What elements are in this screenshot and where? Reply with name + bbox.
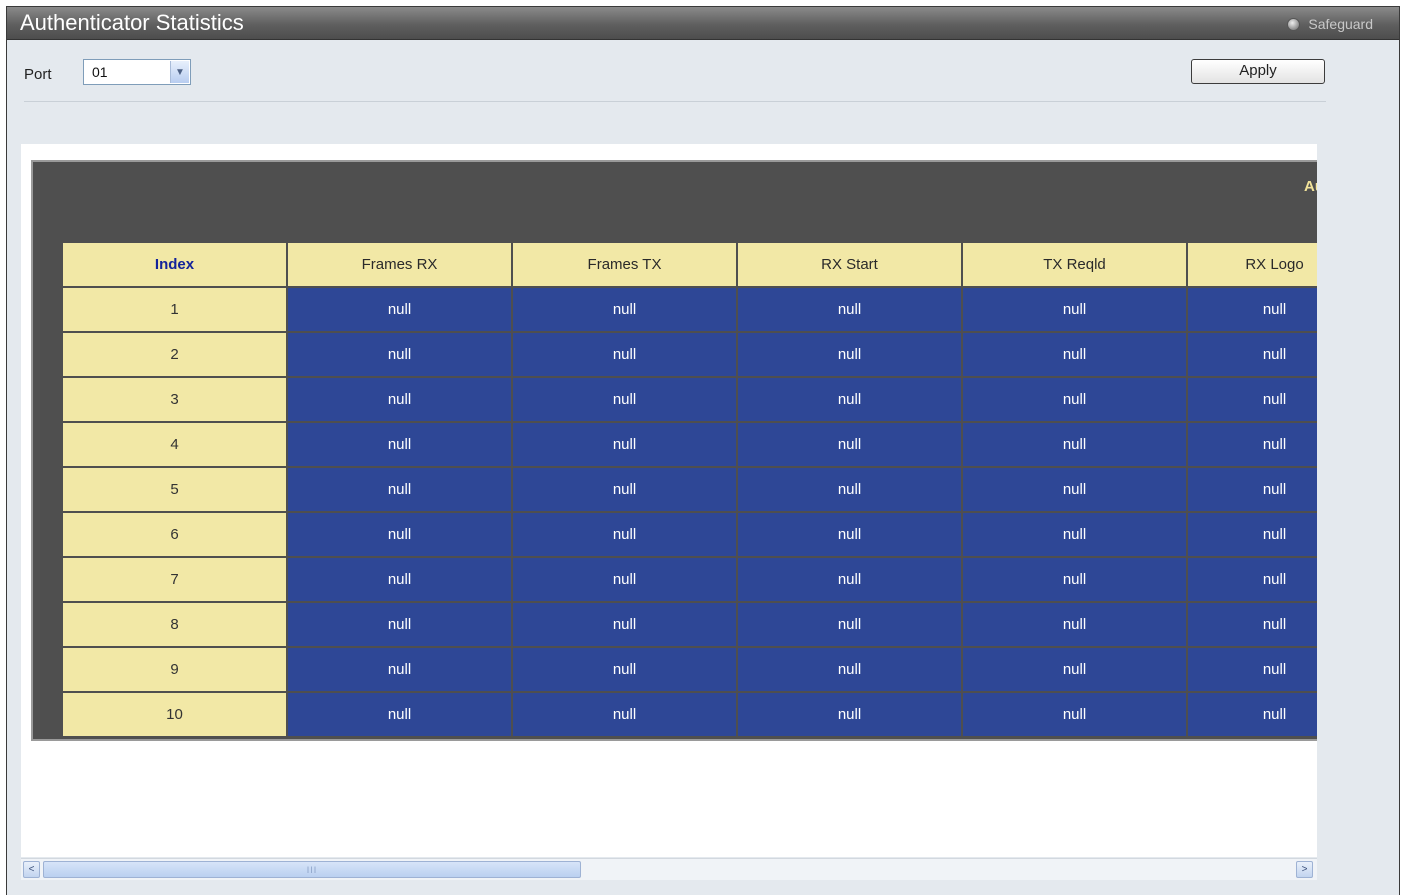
column-header-rx-logoff: RX Logo (1186, 241, 1317, 288)
column-header-frames-rx: Frames RX (286, 241, 513, 288)
table-value-cell: null (1186, 691, 1317, 738)
column-header-frames-tx: Frames TX (511, 241, 738, 288)
table-row: 8 null null null null null (61, 601, 1317, 648)
table-value-cell: null (961, 376, 1188, 423)
table-value-cell: null (1186, 511, 1317, 558)
column-header-tx-reqid: TX Reqld (961, 241, 1188, 288)
table-row: 2 null null null null null (61, 331, 1317, 378)
table-row: 6 null null null null null (61, 511, 1317, 558)
table-value-cell: null (286, 331, 513, 378)
table-value-cell: null (736, 331, 963, 378)
table-value-cell: null (961, 286, 1188, 333)
table-caption: Au (1304, 178, 1317, 195)
table-value-cell: null (736, 286, 963, 333)
page-title: Authenticator Statistics (20, 10, 244, 35)
row-index-cell: 7 (61, 556, 288, 603)
table-value-cell: null (1186, 331, 1317, 378)
safeguard-indicator-icon (1287, 17, 1301, 31)
table-value-cell: null (1186, 376, 1317, 423)
table-value-cell: null (511, 286, 738, 333)
table-row: 9 null null null null null (61, 646, 1317, 693)
scroll-right-icon[interactable]: > (1296, 861, 1313, 878)
table-row: 1 null null null null null (61, 286, 1317, 333)
row-index-cell: 10 (61, 691, 288, 738)
table-value-cell: null (511, 601, 738, 648)
title-bar: Authenticator Statistics Safeguard (7, 7, 1399, 40)
scrollbar-thumb[interactable]: III (43, 861, 581, 878)
apply-button[interactable]: Apply (1191, 59, 1325, 84)
table-value-cell: null (961, 511, 1188, 558)
authenticator-statistics-window: Authenticator Statistics Safeguard Port … (6, 6, 1400, 895)
separator (24, 101, 1326, 102)
table-row: 7 null null null null null (61, 556, 1317, 603)
table-value-cell: null (961, 421, 1188, 468)
table-value-cell: null (511, 511, 738, 558)
row-index-cell: 2 (61, 331, 288, 378)
table-value-cell: null (286, 511, 513, 558)
row-index-cell: 9 (61, 646, 288, 693)
table-value-cell: null (961, 601, 1188, 648)
table-value-cell: null (286, 601, 513, 648)
port-select-value: 01 (92, 64, 108, 80)
row-index-cell: 8 (61, 601, 288, 648)
table-value-cell: null (736, 421, 963, 468)
table-row: 4 null null null null null (61, 421, 1317, 468)
table-value-cell: null (511, 556, 738, 603)
table-value-cell: null (961, 556, 1188, 603)
row-index-cell: 6 (61, 511, 288, 558)
table-value-cell: null (511, 331, 738, 378)
statistics-panel: Au Index Frames RX Frames TX RX Start TX… (21, 144, 1317, 857)
chevron-down-icon[interactable]: ▼ (170, 61, 189, 83)
table-value-cell: null (286, 691, 513, 738)
table-value-cell: null (1186, 556, 1317, 603)
table-value-cell: null (736, 601, 963, 648)
table-value-cell: null (511, 691, 738, 738)
table-value-cell: null (286, 556, 513, 603)
table-row: 10 null null null null null (61, 691, 1317, 738)
table-value-cell: null (286, 376, 513, 423)
port-label: Port (24, 66, 52, 83)
table-value-cell: null (1186, 646, 1317, 693)
safeguard-indicator: Safeguard (1287, 16, 1373, 32)
table-value-cell: null (286, 421, 513, 468)
row-index-cell: 3 (61, 376, 288, 423)
scroll-left-icon[interactable]: < (23, 861, 40, 878)
table-value-cell: null (961, 646, 1188, 693)
table-value-cell: null (736, 511, 963, 558)
table-value-cell: null (1186, 286, 1317, 333)
table-value-cell: null (961, 466, 1188, 513)
table-value-cell: null (1186, 421, 1317, 468)
table-header-row: Index Frames RX Frames TX RX Start TX Re… (61, 241, 1317, 288)
table-value-cell: null (961, 331, 1188, 378)
table-value-cell: null (511, 376, 738, 423)
table-row: 5 null null null null null (61, 466, 1317, 513)
horizontal-scrollbar[interactable]: < III > (21, 858, 1317, 880)
table-value-cell: null (1186, 601, 1317, 648)
table-value-cell: null (736, 646, 963, 693)
column-header-index: Index (61, 241, 288, 288)
table-value-cell: null (286, 286, 513, 333)
table-value-cell: null (511, 466, 738, 513)
table-value-cell: null (736, 691, 963, 738)
table-value-cell: null (961, 691, 1188, 738)
table-value-cell: null (511, 421, 738, 468)
table-value-cell: null (286, 646, 513, 693)
table-value-cell: null (511, 646, 738, 693)
table-value-cell: null (286, 466, 513, 513)
table-value-cell: null (736, 376, 963, 423)
row-index-cell: 5 (61, 466, 288, 513)
row-index-cell: 4 (61, 421, 288, 468)
statistics-table: Index Frames RX Frames TX RX Start TX Re… (61, 241, 1317, 738)
table-value-cell: null (736, 466, 963, 513)
table-value-cell: null (736, 556, 963, 603)
statistics-table-frame: Au Index Frames RX Frames TX RX Start TX… (31, 160, 1317, 741)
column-header-rx-start: RX Start (736, 241, 963, 288)
row-index-cell: 1 (61, 286, 288, 333)
safeguard-label: Safeguard (1308, 16, 1373, 32)
port-select[interactable]: 01 ▼ (83, 59, 191, 85)
table-value-cell: null (1186, 466, 1317, 513)
table-row: 3 null null null null null (61, 376, 1317, 423)
